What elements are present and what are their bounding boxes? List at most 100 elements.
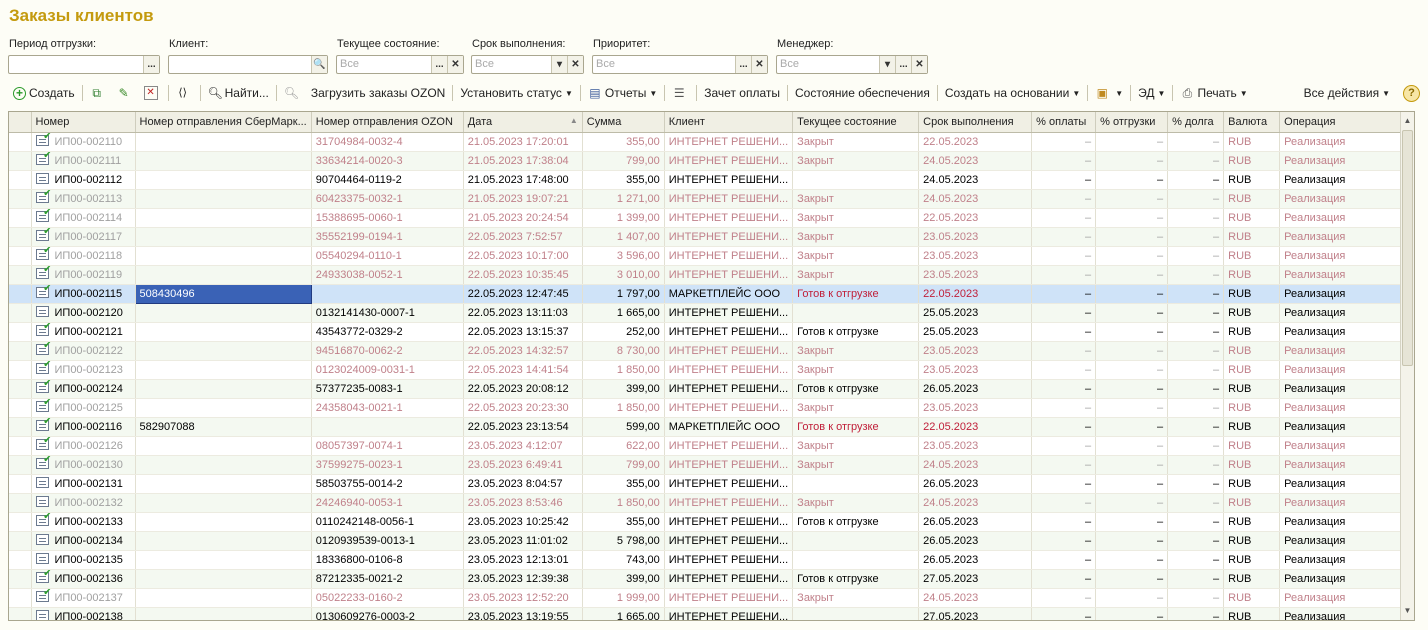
cell-due[interactable]: 22.05.2023 — [918, 208, 1033, 228]
table-row[interactable]: ИП00-002117 35552199-0194-122.05.2023 7:5… — [9, 227, 1409, 247]
cell-ship[interactable]: – — [1095, 493, 1169, 513]
cell-currency[interactable]: RUB — [1223, 132, 1281, 152]
cell-sum[interactable]: 799,00 — [582, 455, 665, 475]
cell-sum[interactable]: 5 798,00 — [582, 531, 665, 551]
cell-due[interactable]: 24.05.2023 — [918, 588, 1033, 608]
cell-operation[interactable]: Реализация — [1279, 550, 1409, 570]
cell-status[interactable]: Готов к отгрузке — [792, 379, 920, 399]
cell-debt[interactable]: – — [1167, 569, 1225, 589]
cell-date[interactable]: 21.05.2023 17:48:00 — [463, 170, 583, 190]
cell-sber[interactable] — [135, 379, 312, 399]
cell-currency[interactable]: RUB — [1223, 227, 1281, 247]
cell-debt[interactable]: – — [1167, 550, 1225, 570]
cell-number[interactable]: ИП00-002110 — [31, 132, 136, 152]
cell-sum[interactable]: 399,00 — [582, 379, 665, 399]
table-row[interactable]: ИП00-002110 31704984-0032-421.05.2023 17:… — [9, 132, 1409, 152]
cell-sber[interactable] — [135, 493, 312, 513]
cell-sber[interactable] — [135, 170, 312, 190]
cell-number[interactable]: ИП00-002133 — [31, 512, 136, 532]
cell-ship[interactable]: – — [1095, 208, 1169, 228]
create-based-button[interactable]: Создать на основании ▼ — [940, 82, 1085, 104]
cell-currency[interactable]: RUB — [1223, 151, 1281, 171]
cell-sber[interactable] — [135, 436, 312, 456]
cell-pay[interactable]: – — [1031, 607, 1097, 620]
cell-status[interactable]: Готов к отгрузке — [792, 512, 920, 532]
cell-date[interactable]: 22.05.2023 13:11:03 — [463, 303, 583, 323]
cell-operation[interactable]: Реализация — [1279, 398, 1409, 418]
cell-pay[interactable]: – — [1031, 493, 1097, 513]
cell-ozon[interactable]: 87212335-0021-2 — [311, 569, 464, 589]
cell-due[interactable]: 26.05.2023 — [918, 550, 1033, 570]
cell-client[interactable]: ИНТЕРНЕТ РЕШЕНИ... — [664, 189, 794, 209]
cell-ship[interactable]: – — [1095, 360, 1169, 380]
list-button[interactable]: ☰ — [667, 82, 694, 104]
cell-ship[interactable]: – — [1095, 246, 1169, 266]
cell-client[interactable]: ИНТЕРНЕТ РЕШЕНИ... — [664, 341, 794, 361]
cell-client[interactable]: ИНТЕРНЕТ РЕШЕНИ... — [664, 360, 794, 380]
table-row[interactable]: ИП00-002114 15388695-0060-121.05.2023 20:… — [9, 208, 1409, 228]
table-row[interactable]: ИП00-002121 43543772-0329-222.05.2023 13:… — [9, 322, 1409, 342]
cell-operation[interactable]: Реализация — [1279, 607, 1409, 620]
cell-sum[interactable]: 355,00 — [582, 170, 665, 190]
cell-currency[interactable]: RUB — [1223, 512, 1281, 532]
cell-pay[interactable]: – — [1031, 265, 1097, 285]
cell-ozon[interactable]: 0123024009-0031-1 — [311, 360, 464, 380]
cell-client[interactable]: ИНТЕРНЕТ РЕШЕНИ... — [664, 322, 794, 342]
cell-operation[interactable]: Реализация — [1279, 436, 1409, 456]
vertical-scrollbar[interactable]: ▲ ▼ — [1400, 112, 1414, 620]
cell-pay[interactable]: – — [1031, 360, 1097, 380]
cell-status[interactable]: Закрыт — [792, 398, 920, 418]
cell-pay[interactable]: – — [1031, 189, 1097, 209]
cell-sum[interactable]: 1 665,00 — [582, 303, 665, 323]
cell-status[interactable]: Закрыт — [792, 208, 920, 228]
cell-sum[interactable]: 1 850,00 — [582, 398, 665, 418]
cell-operation[interactable]: Реализация — [1279, 417, 1409, 437]
column-header-sum[interactable]: Сумма — [582, 112, 665, 133]
cell-date[interactable]: 22.05.2023 7:52:57 — [463, 227, 583, 247]
cell-pay[interactable]: – — [1031, 303, 1097, 323]
cell-pay[interactable]: – — [1031, 170, 1097, 190]
priority-clear-button[interactable]: ✕ — [751, 56, 767, 73]
cell-pay[interactable]: – — [1031, 246, 1097, 266]
cell-sum[interactable]: 1 797,00 — [582, 284, 665, 304]
table-row[interactable]: ИП00-002136 87212335-0021-223.05.2023 12:… — [9, 569, 1409, 589]
cell-ship[interactable]: – — [1095, 436, 1169, 456]
cell-ozon[interactable]: 24933038-0052-1 — [311, 265, 464, 285]
column-header-client[interactable]: Клиент — [664, 112, 794, 133]
cell-sber[interactable] — [135, 588, 312, 608]
cell-sber[interactable]: 508430496 — [134, 283, 312, 304]
cell-number[interactable]: ИП00-002131 — [31, 474, 136, 494]
cell-pay[interactable]: – — [1031, 284, 1097, 304]
cell-debt[interactable]: – — [1167, 341, 1225, 361]
cell-operation[interactable]: Реализация — [1279, 246, 1409, 266]
cell-due[interactable]: 25.05.2023 — [918, 303, 1033, 323]
cell-pay[interactable]: – — [1031, 379, 1097, 399]
cell-due[interactable]: 27.05.2023 — [918, 607, 1033, 620]
cell-operation[interactable]: Реализация — [1279, 303, 1409, 323]
cell-pay[interactable]: – — [1031, 569, 1097, 589]
cell-date[interactable]: 22.05.2023 14:41:54 — [463, 360, 583, 380]
cell-ozon[interactable]: 0120939539-0013-1 — [311, 531, 464, 551]
table-row[interactable]: ИП00-002111 33634214-0020-321.05.2023 17:… — [9, 151, 1409, 171]
column-header-pay[interactable]: % оплаты — [1031, 112, 1097, 133]
cell-status[interactable] — [792, 474, 920, 494]
all-actions-button[interactable]: Все действия ▼ — [1299, 82, 1395, 104]
cell-currency[interactable]: RUB — [1223, 265, 1281, 285]
cell-date[interactable]: 22.05.2023 14:32:57 — [463, 341, 583, 361]
cell-ship[interactable]: – — [1095, 455, 1169, 475]
table-row[interactable]: ИП00-002115 508430496 22.05.2023 12:47:451… — [9, 283, 1409, 304]
cell-date[interactable]: 23.05.2023 13:19:55 — [463, 607, 583, 620]
cell-due[interactable]: 23.05.2023 — [918, 436, 1033, 456]
cell-date[interactable]: 22.05.2023 20:23:30 — [463, 398, 583, 418]
cell-date[interactable]: 23.05.2023 12:13:01 — [463, 550, 583, 570]
cell-status[interactable]: Готов к отгрузке — [792, 569, 920, 589]
cell-number[interactable]: ИП00-002114 — [31, 208, 136, 228]
cell-due[interactable]: 26.05.2023 — [918, 379, 1033, 399]
cell-status[interactable]: Закрыт — [792, 455, 920, 475]
cell-sber[interactable] — [135, 322, 312, 342]
cell-number[interactable]: ИП00-002113 — [31, 189, 136, 209]
cell-sber[interactable]: 582907088 — [135, 417, 312, 437]
cell-currency[interactable]: RUB — [1223, 360, 1281, 380]
cell-due[interactable]: 23.05.2023 — [918, 265, 1033, 285]
cell-sum[interactable]: 355,00 — [582, 512, 665, 532]
